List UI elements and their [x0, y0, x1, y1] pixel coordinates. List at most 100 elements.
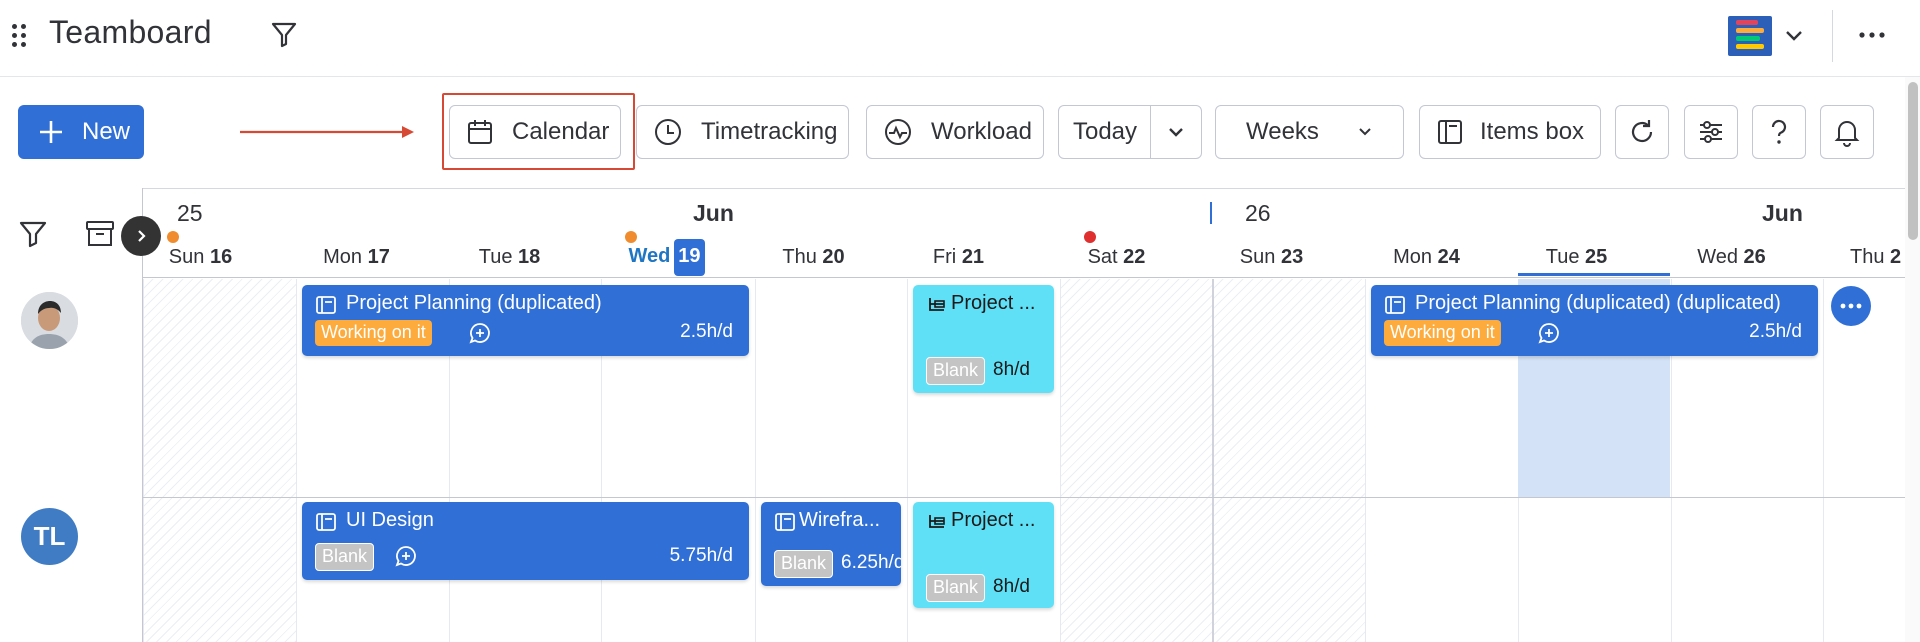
- hours-per-day: 2.5h/d: [1749, 321, 1802, 342]
- drag-handle-icon[interactable]: [10, 22, 28, 48]
- question-icon: [1771, 119, 1787, 144]
- hours-per-day: 8h/d: [993, 576, 1030, 597]
- scrollbar-thumb[interactable]: [1908, 82, 1918, 240]
- event-dot: [167, 231, 179, 243]
- week-start-marker: [1210, 202, 1212, 224]
- task-card[interactable]: Wirefra... Blank 6.25h/d: [761, 502, 901, 586]
- item-icon: [775, 513, 795, 531]
- day-header-tue-25: Tue 25: [1545, 246, 1608, 268]
- day-header-sun-23: Sun 23: [1239, 246, 1304, 268]
- filter-icon[interactable]: [17, 218, 49, 250]
- day-column-thu-20: [755, 279, 908, 642]
- day-header-mon-24: Mon 24: [1393, 246, 1460, 268]
- board-title: Teamboard: [49, 14, 212, 50]
- day-column-sun-16: [143, 279, 296, 642]
- day-header-wed-19-today: Wed 19: [590, 239, 743, 276]
- more-items-button[interactable]: [1831, 286, 1871, 326]
- subitem-icon: [929, 298, 945, 311]
- hours-per-day: 6.25h/d: [841, 552, 901, 573]
- timetracking-button-label: Timetracking: [701, 118, 838, 145]
- more-horizontal-icon: [1840, 303, 1862, 309]
- day-header-thu: Thu 2: [1850, 246, 1902, 268]
- today-dropdown-button[interactable]: [1150, 105, 1202, 159]
- person-photo: [21, 292, 78, 349]
- today-button-label: Today: [1072, 118, 1138, 145]
- task-card[interactable]: Project ... Blank 8h/d: [913, 285, 1054, 393]
- filter-icon[interactable]: [268, 20, 300, 50]
- people-column: [0, 188, 143, 642]
- calendar-button[interactable]: Calendar: [449, 105, 621, 159]
- archive-icon[interactable]: [84, 218, 116, 250]
- timetracking-button[interactable]: Timetracking: [636, 105, 849, 159]
- task-title: Project Planning (duplicated): [346, 292, 602, 314]
- day-column-sun-23: [1213, 279, 1366, 642]
- task-card[interactable]: Project Planning (duplicated) (duplicate…: [1371, 285, 1818, 356]
- month-label: Jun: [693, 200, 734, 226]
- range-select[interactable]: Weeks: [1215, 105, 1404, 159]
- subitem-icon: [929, 515, 945, 528]
- sliders-icon: [1700, 121, 1722, 143]
- task-title: Project Planning (duplicated) (duplicate…: [1415, 292, 1781, 314]
- items-box-button-label: Items box: [1480, 118, 1585, 145]
- new-button[interactable]: New: [18, 105, 144, 159]
- day-header-wed-26: Wed 26: [1697, 246, 1766, 268]
- day-column-thu-27: [1823, 279, 1905, 642]
- hours-per-day: 2.5h/d: [680, 321, 733, 342]
- week-number: 25: [177, 200, 203, 226]
- settings-button[interactable]: [1684, 105, 1738, 159]
- week-separator: [1212, 279, 1214, 642]
- task-title: Project ...: [951, 292, 1036, 314]
- range-select-value: Weeks: [1246, 118, 1319, 145]
- item-icon: [1385, 296, 1405, 314]
- hours-per-day: 8h/d: [993, 359, 1030, 380]
- day-header-thu-20: Thu 20: [782, 246, 845, 268]
- refresh-button[interactable]: [1615, 105, 1669, 159]
- status-badge: Blank: [774, 550, 834, 578]
- calendar-button-label: Calendar: [512, 118, 610, 145]
- task-title: UI Design: [346, 509, 434, 531]
- clock-icon: [655, 119, 681, 145]
- hours-per-day: 5.75h/d: [669, 545, 733, 566]
- add-update-icon[interactable]: [394, 544, 418, 568]
- pulse-icon: [885, 119, 911, 145]
- task-card[interactable]: Project Planning (duplicated) Working on…: [302, 285, 749, 356]
- avatar[interactable]: TL: [21, 508, 78, 565]
- task-title: Wirefra...: [799, 509, 881, 531]
- annotation-arrow: [240, 126, 414, 138]
- add-update-icon[interactable]: [1537, 321, 1561, 345]
- calendar-icon: [468, 120, 492, 144]
- plus-icon: [40, 121, 62, 143]
- chevron-down-icon: [1359, 128, 1371, 136]
- new-button-label: New: [82, 118, 131, 145]
- chevron-down-icon[interactable]: [1780, 22, 1808, 50]
- month-label: Jun: [1762, 200, 1803, 226]
- today-button[interactable]: Today: [1058, 105, 1152, 159]
- task-card[interactable]: UI Design Blank 5.75h/d: [302, 502, 749, 580]
- status-badge: Blank: [315, 543, 375, 571]
- task-title: Project ...: [951, 509, 1036, 531]
- divider: [1832, 10, 1833, 62]
- item-icon: [316, 513, 336, 531]
- more-horizontal-icon[interactable]: [1856, 20, 1888, 50]
- day-column-sat-22: [1060, 279, 1213, 642]
- avatar[interactable]: [21, 292, 78, 349]
- status-badge: Working on it: [1384, 320, 1501, 346]
- chevron-down-icon: [1169, 128, 1183, 137]
- day-header-mon-17: Mon 17: [323, 246, 390, 268]
- help-button[interactable]: [1752, 105, 1806, 159]
- items-box-button[interactable]: Items box: [1419, 105, 1601, 159]
- status-badge: Blank: [926, 574, 986, 602]
- add-update-icon[interactable]: [468, 321, 492, 345]
- top-bar: Teamboard: [0, 0, 1920, 77]
- chevron-right-icon: [138, 230, 146, 242]
- brand-logo[interactable]: [1728, 16, 1772, 56]
- task-card[interactable]: Project ... Blank 8h/d: [913, 502, 1054, 608]
- item-icon: [316, 296, 336, 314]
- notifications-button[interactable]: [1820, 105, 1874, 159]
- day-header-tue-18: Tue 18: [478, 246, 541, 268]
- workload-button[interactable]: Workload: [866, 105, 1044, 159]
- status-badge: Working on it: [315, 320, 432, 346]
- workload-button-label: Workload: [931, 118, 1032, 145]
- expand-toggle-button[interactable]: [121, 216, 161, 256]
- items-box-icon: [1438, 120, 1462, 144]
